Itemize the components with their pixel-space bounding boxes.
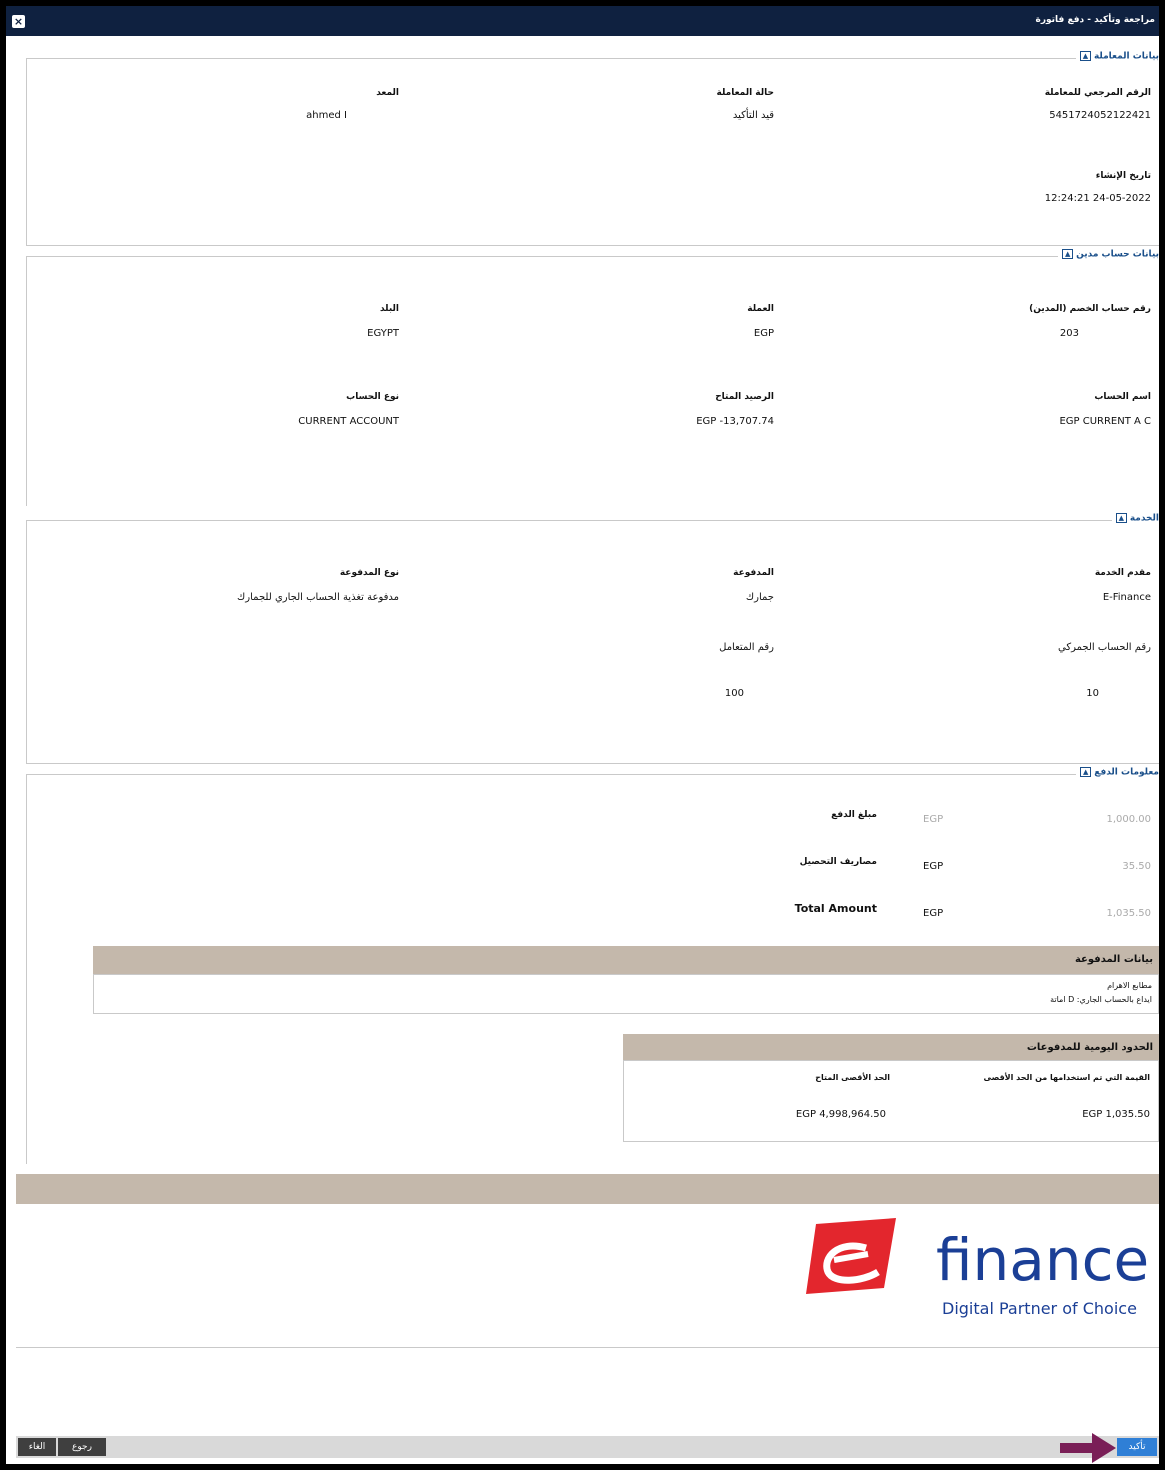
customs-acc-value: 10 bbox=[1086, 688, 1099, 699]
debit-account-section: بيانات حساب مدين▲ bbox=[26, 249, 1159, 506]
ref-label: الرقم المرجعي للمعاملة bbox=[1044, 88, 1151, 98]
balance-label: الرصيد المتاح bbox=[715, 392, 774, 402]
debit-account-legend[interactable]: بيانات حساب مدين▲ bbox=[1058, 249, 1159, 260]
payment-value: جمارك bbox=[745, 592, 774, 603]
user-label: المعد bbox=[376, 88, 399, 98]
currency-value: EGP bbox=[753, 328, 774, 339]
cancel-button[interactable]: الغاء bbox=[18, 1438, 56, 1456]
total-value: 1,035.50 bbox=[1106, 908, 1151, 919]
country-value: EGYPT bbox=[367, 328, 399, 339]
account-type-value: CURRENT ACCOUNT bbox=[298, 416, 399, 427]
bill-data-header: بيانات المدفوعة bbox=[93, 946, 1159, 974]
used-value: EGP 1,035.50 bbox=[1082, 1109, 1150, 1120]
collapse-icon[interactable]: ▲ bbox=[1062, 249, 1074, 259]
back-button[interactable]: رجوع bbox=[58, 1438, 106, 1456]
payment-type-label: نوع المدفوعة bbox=[339, 568, 399, 578]
total-currency: EGP bbox=[923, 908, 944, 919]
bottom-action-bar: الغاء رجوع تأكيد bbox=[16, 1436, 1159, 1458]
account-name-label: اسم الحساب bbox=[1094, 392, 1151, 402]
footer-band bbox=[16, 1174, 1159, 1204]
efinance-brand-text: finance bbox=[936, 1226, 1149, 1294]
efinance-e-mark bbox=[806, 1218, 896, 1294]
amount-value: 1,000.00 bbox=[1106, 814, 1151, 825]
total-label: Total Amount bbox=[794, 902, 877, 915]
service-legend[interactable]: الخدمة▲ bbox=[1111, 513, 1159, 524]
close-icon[interactable]: × bbox=[12, 15, 25, 28]
service-section: الخدمة▲ bbox=[26, 513, 1159, 764]
fees-label: مصاريف التحصيل bbox=[799, 857, 877, 867]
account-no-value: 203 bbox=[1059, 328, 1079, 339]
available-label: الحد الأقصى المتاح bbox=[815, 1073, 890, 1082]
efinance-tagline: Digital Partner of Choice bbox=[942, 1299, 1137, 1318]
user-value: ahmed I bbox=[306, 110, 347, 121]
amount-label: مبلغ الدفع bbox=[831, 810, 877, 820]
account-type-label: نوع الحساب bbox=[346, 392, 399, 402]
created-value: 12:24:21 24-05-2022 bbox=[1044, 193, 1151, 204]
payment-type-value: مدفوعة تغذية الحساب الجاري للجمارك bbox=[237, 592, 399, 603]
ref-value: 5451724052122421 bbox=[1049, 110, 1151, 121]
fees-value: 35.50 bbox=[1122, 861, 1151, 872]
daily-limits-header: الحدود اليومية للمدفوعات bbox=[623, 1034, 1159, 1060]
collapse-icon[interactable]: ▲ bbox=[1080, 767, 1092, 777]
bill-data-title: بيانات المدفوعة bbox=[1074, 954, 1153, 965]
amount-currency: EGP bbox=[923, 814, 944, 825]
available-value: EGP 4,998,964.50 bbox=[795, 1109, 886, 1120]
window-title: مراجعة وتأكيد - دفع فاتورة bbox=[1035, 15, 1155, 25]
efinance-logo: finance Digital Partner of Choice bbox=[16, 1204, 1159, 1348]
transaction-legend[interactable]: بيانات المعاملة▲ bbox=[1075, 51, 1159, 62]
country-label: البلد bbox=[379, 304, 399, 314]
daily-limits-title: الحدود اليومية للمدفوعات bbox=[1026, 1042, 1153, 1053]
fees-currency: EGP bbox=[923, 861, 944, 872]
daily-limits-box: القيمة التي تم استخدامها من الحد الأقصى … bbox=[623, 1060, 1159, 1142]
provider-label: مقدم الخدمة bbox=[1094, 568, 1151, 578]
arrow-pointer-icon bbox=[1060, 1433, 1116, 1463]
account-no-label: رقم حساب الخصم (المدين) bbox=[1029, 304, 1151, 314]
payment-label: المدفوعة bbox=[733, 568, 774, 578]
balance-value: EGP -13,707.74 bbox=[696, 416, 774, 427]
customs-acc-label: رقم الحساب الجمركي bbox=[1058, 642, 1151, 653]
dealer-value: 100 bbox=[724, 688, 744, 699]
efinance-logo-svg: finance Digital Partner of Choice bbox=[806, 1218, 1149, 1318]
transaction-section: بيانات المعاملة▲ bbox=[26, 51, 1159, 246]
dealer-label: رقم المتعامل bbox=[719, 642, 774, 653]
status-label: حالة المعاملة bbox=[716, 88, 775, 98]
account-name-value: EGP CURRENT A C bbox=[1059, 416, 1151, 427]
payment-info-legend[interactable]: معلومات الدفع▲ bbox=[1076, 767, 1159, 778]
status-value: قيد التأكيد bbox=[732, 110, 774, 121]
provider-value: E-Finance bbox=[1102, 592, 1151, 603]
title-bar: × مراجعة وتأكيد - دفع فاتورة bbox=[6, 6, 1159, 36]
bill-data-box: مطابع الاهرام ايداع بالحساب الجاري: D ام… bbox=[93, 974, 1159, 1014]
bill-line-2: ايداع بالحساب الجاري: D اماتة bbox=[1050, 995, 1152, 1004]
created-label: تاريخ الإنشاء bbox=[1095, 171, 1151, 181]
used-label: القيمة التي تم استخدامها من الحد الأقصى bbox=[983, 1073, 1150, 1082]
dialog-window: × مراجعة وتأكيد - دفع فاتورة بيانات المع… bbox=[6, 6, 1159, 1464]
collapse-icon[interactable]: ▲ bbox=[1079, 51, 1091, 61]
bill-line-1: مطابع الاهرام bbox=[1107, 981, 1152, 990]
currency-label: العملة bbox=[747, 304, 774, 314]
collapse-icon[interactable]: ▲ bbox=[1115, 513, 1127, 523]
confirm-button[interactable]: تأكيد bbox=[1117, 1438, 1157, 1456]
